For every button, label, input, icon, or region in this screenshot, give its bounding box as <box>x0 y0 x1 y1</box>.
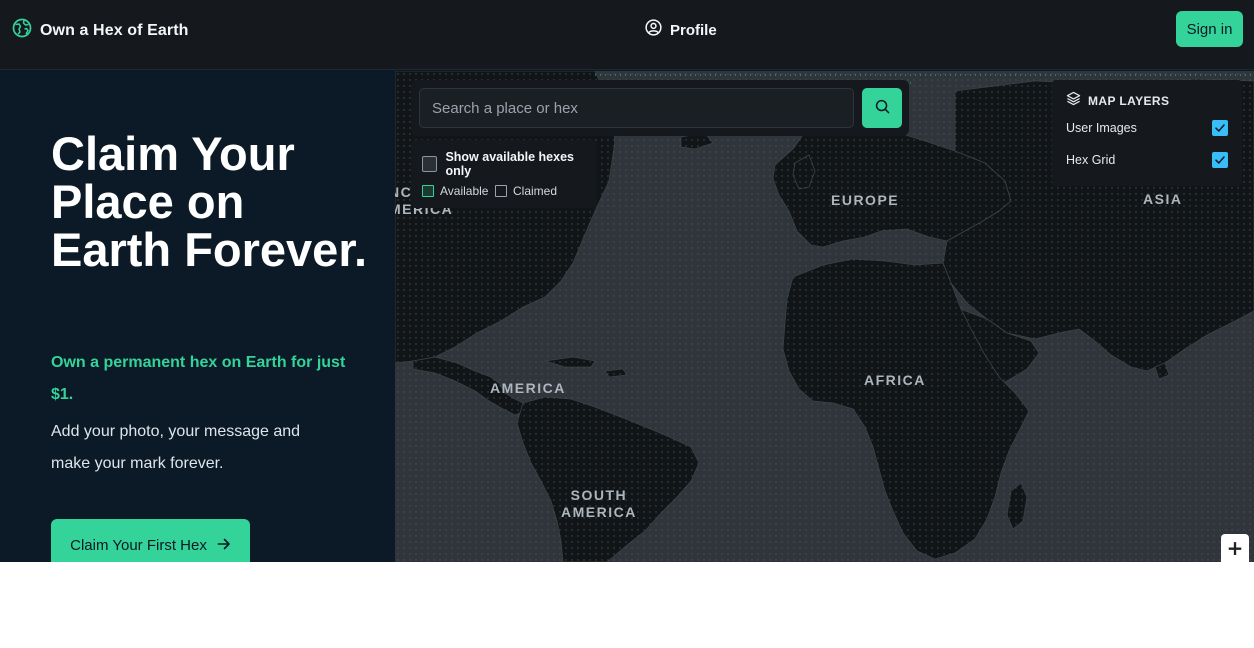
claim-button-label: Claim Your First Hex <box>70 536 207 554</box>
map-label-europe: EUROPE <box>831 192 900 208</box>
user-images-checkbox[interactable] <box>1212 120 1228 136</box>
hero-price-tagline: Own a permanent hex on Earth for just $1… <box>51 354 346 403</box>
sign-in-button[interactable]: Sign in <box>1176 11 1243 47</box>
layer-toggle-hex-grid[interactable]: Hex Grid <box>1066 151 1228 169</box>
brand-name: Own a Hex of Earth <box>40 21 189 39</box>
available-only-checkbox[interactable] <box>422 156 438 172</box>
zoom-in-button[interactable]: + <box>1221 534 1249 562</box>
globe-icon <box>12 18 32 43</box>
map-layers-header: MAP LAYERS <box>1066 91 1169 111</box>
legend-available: Available <box>422 184 488 198</box>
claim-first-hex-button[interactable]: Claim Your First Hex <box>51 519 250 562</box>
hero-description: Add your photo, your message and make yo… <box>51 423 301 472</box>
layers-icon <box>1066 91 1081 111</box>
legend-label-claimed: Claimed <box>513 184 558 198</box>
top-navbar: Own a Hex of Earth Profile Sign in <box>0 0 1254 70</box>
map-label-america: AMERICA <box>490 380 566 396</box>
legend-label-available: Available <box>440 184 489 198</box>
hero-section: Claim Your Place on Earth Forever. Own a… <box>0 71 395 562</box>
search-icon <box>875 99 890 117</box>
map-label-asia: ASIA <box>1143 191 1183 207</box>
available-only-label: Show available hexes only <box>445 150 574 178</box>
map-label-africa: AFRICA <box>864 372 926 388</box>
profile-label: Profile <box>670 21 717 39</box>
map-layers-title: MAP LAYERS <box>1088 94 1170 108</box>
hero-title: Claim Your Place on Earth Forever. <box>51 127 368 276</box>
arrow-right-icon <box>217 537 231 554</box>
checkmark-icon <box>1215 156 1225 164</box>
layer-toggle-user-images[interactable]: User Images <box>1066 119 1228 137</box>
search-panel <box>411 80 909 136</box>
search-button[interactable] <box>862 88 902 128</box>
app-root: Own a Hex of Earth Profile Sign in Claim… <box>0 0 1254 562</box>
brand-logo-link[interactable]: Own a Hex of Earth <box>12 18 189 43</box>
hex-grid-checkbox[interactable] <box>1212 152 1228 168</box>
map-label-south-america: SOUTH AMERICA <box>561 487 637 520</box>
legend-swatch-available <box>422 185 434 197</box>
available-only-toggle[interactable]: Show available hexes only <box>422 150 597 178</box>
search-input[interactable] <box>419 88 854 128</box>
user-circle-icon <box>645 19 662 41</box>
map-layers-panel: MAP LAYERS User Images Hex Grid <box>1052 80 1242 186</box>
hex-filter-panel: Show available hexes only Available Clai… <box>411 140 597 208</box>
profile-link[interactable]: Profile <box>645 19 717 41</box>
layer-label-hex-grid: Hex Grid <box>1066 153 1116 167</box>
legend-claimed: Claimed <box>495 184 557 198</box>
legend-swatch-claimed <box>495 185 507 197</box>
layer-label-user-images: User Images <box>1066 121 1137 135</box>
checkmark-icon <box>1215 124 1225 132</box>
